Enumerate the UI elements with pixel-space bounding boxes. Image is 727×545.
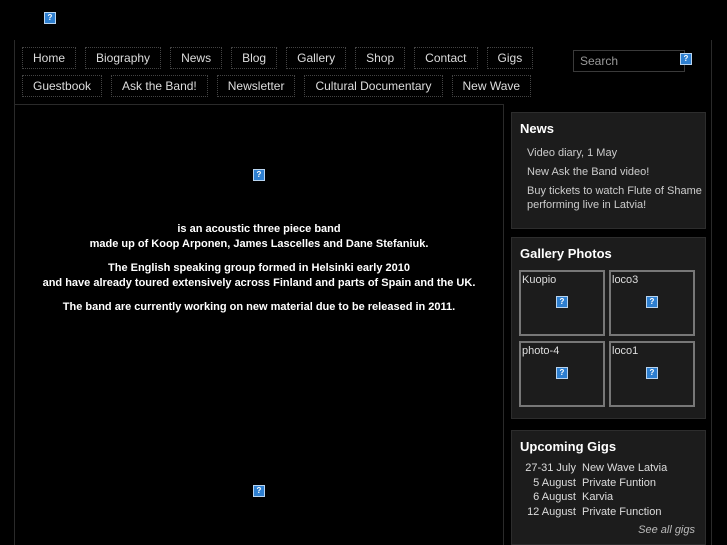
intro-paragraph-2: The English speaking group formed in Hel… — [14, 261, 504, 291]
nav-newsletter[interactable]: Newsletter — [216, 75, 296, 97]
gallery-thumb-photo-4[interactable]: photo-4 ? — [519, 341, 605, 407]
search-button-icon[interactable]: ? — [680, 53, 692, 65]
band-intro: is an acoustic three piece band made up … — [14, 222, 504, 324]
nav-ask-the-band[interactable]: Ask the Band! — [111, 75, 208, 97]
content-top-border — [14, 104, 504, 105]
intro-paragraph-3: The band are currently working on new ma… — [62, 301, 456, 313]
thumb-caption: loco3 — [612, 274, 639, 286]
news-panel: News Video diary, 1 May New Ask the Band… — [511, 112, 706, 229]
nav-gallery[interactable]: Gallery — [286, 47, 347, 69]
gigs-panel: Upcoming Gigs 27-31 July New Wave Latvia… — [511, 430, 706, 545]
gallery-grid: Kuopio ? loco3 ? photo-4 ? loco1 ? — [519, 270, 695, 407]
gig-event: Karvia — [582, 491, 614, 503]
photo-placeholder-icon: ? — [556, 296, 568, 308]
news-item[interactable]: Buy tickets to watch Flute of Shame perf… — [527, 184, 705, 212]
thumb-caption: photo-4 — [522, 345, 560, 357]
gig-row[interactable]: 5 August Private Funtion — [512, 476, 667, 491]
search-input[interactable] — [573, 50, 685, 72]
nav-blog[interactable]: Blog — [231, 47, 278, 69]
nav-biography[interactable]: Biography — [85, 47, 162, 69]
logo-image-placeholder-icon[interactable]: ? — [44, 12, 56, 24]
nav-cultural-documentary[interactable]: Cultural Documentary — [304, 75, 443, 97]
nav-home[interactable]: Home — [22, 47, 77, 69]
news-list: Video diary, 1 May New Ask the Band vide… — [527, 146, 705, 212]
content-right-border — [503, 104, 504, 545]
nav-row-2: Guestbook Ask the Band! Newsletter Cultu… — [22, 75, 532, 97]
gigs-table: 27-31 July New Wave Latvia 5 August Priv… — [512, 461, 667, 519]
intro-p1-line2: made up of Koop Arponen, James Lascelles… — [89, 238, 429, 250]
thumb-caption: Kuopio — [522, 274, 557, 286]
nav-new-wave[interactable]: New Wave — [451, 75, 532, 97]
gig-event: New Wave Latvia — [582, 462, 668, 474]
news-item[interactable]: New Ask the Band video! — [527, 165, 705, 179]
nav-guestbook[interactable]: Guestbook — [22, 75, 103, 97]
thumb-caption: loco1 — [612, 345, 639, 357]
frame-right-border — [711, 40, 712, 545]
nav-contact[interactable]: Contact — [414, 47, 478, 69]
gig-date: 12 August — [527, 505, 576, 518]
news-panel-title: News — [520, 121, 554, 136]
nav-shop[interactable]: Shop — [355, 47, 406, 69]
photo-placeholder-icon: ? — [646, 296, 658, 308]
photo-placeholder-icon: ? — [646, 367, 658, 379]
gallery-thumb-loco1[interactable]: loco1 ? — [609, 341, 695, 407]
intro-paragraph-1: is an acoustic three piece band made up … — [14, 222, 504, 252]
see-all-gigs-link[interactable]: See all gigs — [638, 524, 695, 536]
gig-event: Private Funtion — [582, 476, 656, 489]
nav-row-1: Home Biography News Blog Gallery Shop Co… — [22, 47, 534, 69]
photo-placeholder-icon: ? — [556, 367, 568, 379]
gig-event: Private Function — [582, 505, 662, 518]
gigs-panel-title: Upcoming Gigs — [520, 439, 617, 454]
gig-date: 6 August — [533, 491, 576, 503]
news-item[interactable]: Video diary, 1 May — [527, 146, 705, 160]
footer-image-placeholder-icon: ? — [253, 485, 265, 497]
nav-gigs[interactable]: Gigs — [486, 47, 534, 69]
gig-row[interactable]: 27-31 July New Wave Latvia — [512, 461, 667, 476]
gallery-thumb-kuopio[interactable]: Kuopio ? — [519, 270, 605, 336]
gig-date: 27-31 July — [525, 462, 576, 474]
gig-date: 5 August — [533, 476, 576, 489]
intro-p1-line1: is an acoustic three piece band — [177, 223, 341, 235]
gig-row[interactable]: 6 August Karvia — [512, 490, 667, 505]
nav-news[interactable]: News — [170, 47, 223, 69]
intro-p2-line2: and have already toured extensively acro… — [42, 277, 476, 289]
intro-p2-line1: The English speaking group formed in Hel… — [108, 262, 410, 274]
gallery-panel: Gallery Photos Kuopio ? loco3 ? photo-4 … — [511, 237, 706, 419]
gallery-thumb-loco3[interactable]: loco3 ? — [609, 270, 695, 336]
gallery-panel-title: Gallery Photos — [520, 246, 612, 261]
band-image-placeholder-icon: ? — [253, 169, 265, 181]
gig-row[interactable]: 12 August Private Function — [512, 505, 667, 520]
